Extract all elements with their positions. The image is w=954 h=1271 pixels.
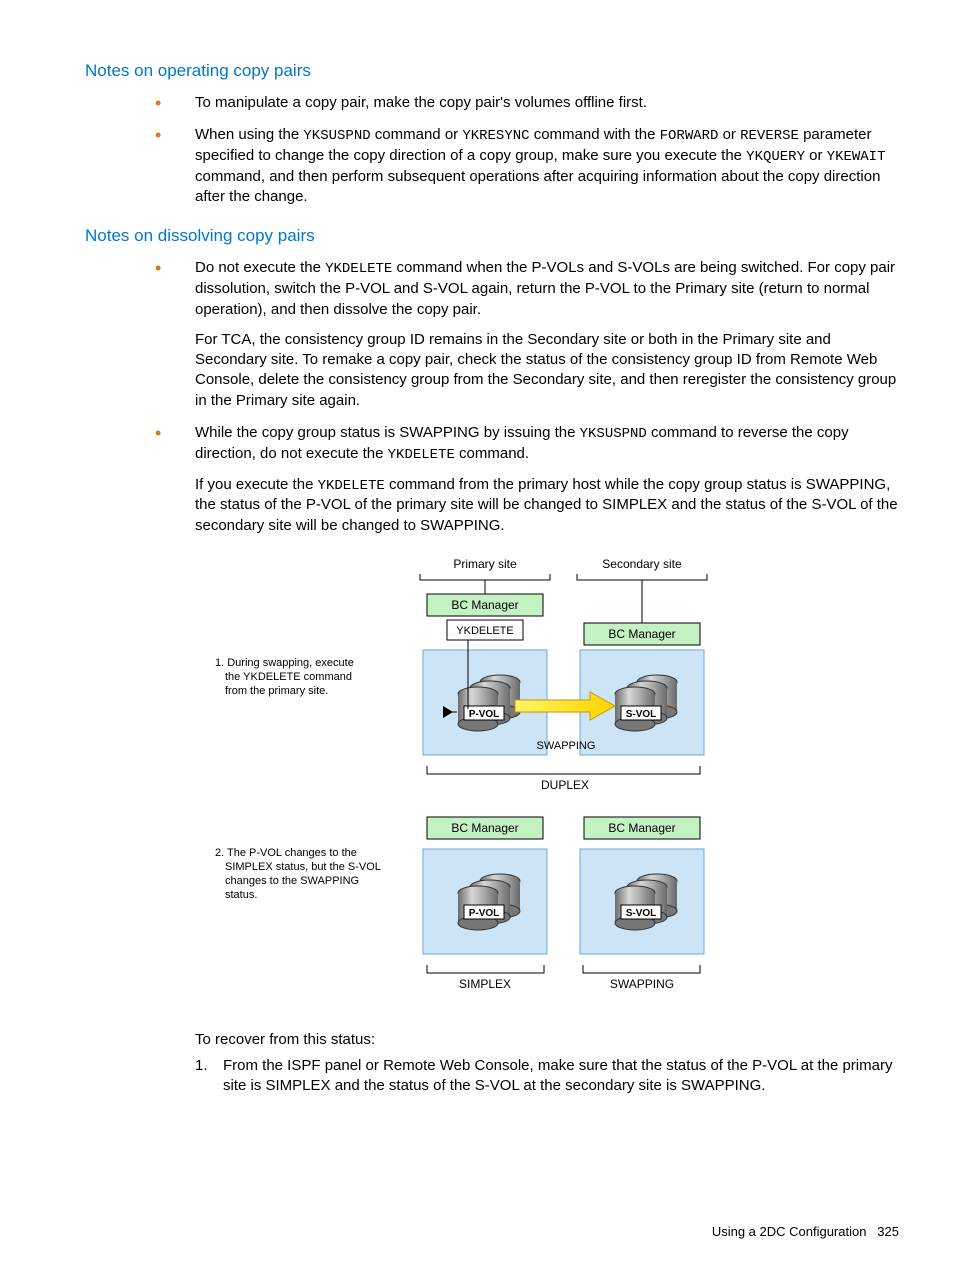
pvol-label: P-VOL: [469, 709, 500, 720]
primary-site-label: Primary site: [453, 557, 517, 571]
t: command with the: [530, 126, 660, 143]
diagram-svg: Primary site Secondary site BC Manager Y…: [195, 554, 755, 1014]
t: When using the: [195, 126, 303, 143]
swapping-label: SWAPPING: [537, 740, 596, 752]
footer-label: Using a 2DC Configuration: [712, 1224, 867, 1239]
para: For TCA, the consistency group ID remain…: [195, 330, 899, 411]
t: command, and then perform subsequent ope…: [195, 168, 880, 205]
note2-line: changes to the SWAPPING: [225, 875, 359, 887]
bullet-item: When using the YKSUSPND command or YKRES…: [85, 125, 899, 207]
section-title-operating: Notes on operating copy pairs: [85, 60, 899, 83]
bc-manager-label: BC Manager: [608, 821, 675, 835]
bullet-text: To manipulate a copy pair, make the copy…: [195, 94, 647, 111]
diagram: Primary site Secondary site BC Manager Y…: [195, 554, 899, 1014]
cmd: YKDELETE: [325, 261, 392, 277]
ykdelete-label: YKDELETE: [456, 625, 513, 637]
footer-page: 325: [877, 1224, 899, 1239]
t: or: [805, 147, 827, 164]
bc-manager-label: BC Manager: [451, 598, 518, 612]
cmd: YKQUERY: [746, 149, 805, 165]
recover-step: 1. From the ISPF panel or Remote Web Con…: [195, 1056, 899, 1097]
t: command.: [455, 445, 529, 462]
cmd: FORWARD: [660, 128, 719, 144]
t: command or: [371, 126, 463, 143]
bullet-item: While the copy group status is SWAPPING …: [85, 423, 899, 536]
secondary-site-label: Secondary site: [602, 557, 682, 571]
bullet-item: To manipulate a copy pair, make the copy…: [85, 93, 899, 113]
page-footer: Using a 2DC Configuration 325: [712, 1223, 899, 1241]
t: or: [718, 126, 740, 143]
recover-intro: To recover from this status:: [195, 1030, 899, 1050]
bc-manager-label: BC Manager: [608, 627, 675, 641]
note1-line: the YKDELETE command: [225, 671, 352, 683]
simplex-label: SIMPLEX: [459, 977, 511, 991]
step-number: 1.: [195, 1056, 208, 1076]
cmd: YKDELETE: [388, 447, 455, 463]
cmd: YKDELETE: [318, 478, 385, 494]
duplex-label: DUPLEX: [541, 778, 589, 792]
bullet-item: Do not execute the YKDELETE command when…: [85, 258, 899, 410]
swapping-label: SWAPPING: [610, 977, 674, 991]
t: Do not execute the: [195, 259, 325, 276]
svol-label: S-VOL: [626, 709, 657, 720]
note2-line: 2. The P-VOL changes to the: [215, 847, 357, 859]
cmd: REVERSE: [740, 128, 799, 144]
svol-label: S-VOL: [626, 908, 657, 919]
t: If you execute the: [195, 476, 318, 493]
note1-line: from the primary site.: [225, 685, 328, 697]
note1-line: 1. During swapping, execute: [215, 657, 354, 669]
bc-manager-label: BC Manager: [451, 821, 518, 835]
section-title-dissolving: Notes on dissolving copy pairs: [85, 225, 899, 248]
cmd: YKSUSPND: [580, 426, 647, 442]
cmd: YKSUSPND: [303, 128, 370, 144]
cmd: YKRESYNC: [462, 128, 529, 144]
t: While the copy group status is SWAPPING …: [195, 424, 580, 441]
cmd: YKEWAIT: [827, 149, 886, 165]
note2-line: SIMPLEX status, but the S-VOL: [225, 861, 381, 873]
note2-line: status.: [225, 889, 257, 901]
pvol-label: P-VOL: [469, 908, 500, 919]
step-text: From the ISPF panel or Remote Web Consol…: [223, 1057, 892, 1094]
